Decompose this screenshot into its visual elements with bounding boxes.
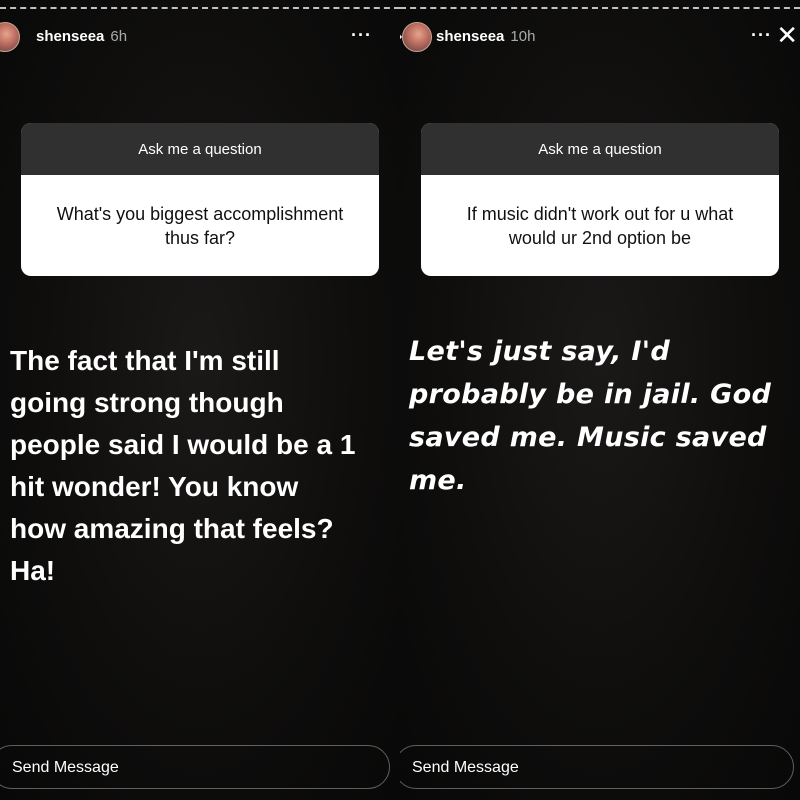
question-sticker: Ask me a question If music didn't work o…	[421, 123, 779, 276]
question-sticker-header: Ask me a question	[421, 123, 779, 175]
question-sticker: Ask me a question What's you biggest acc…	[21, 123, 379, 276]
more-icon[interactable]: ···	[751, 25, 772, 46]
story-panel-right[interactable]: › shenseea 10h ··· ✕ Ask me a question If…	[400, 0, 800, 800]
close-icon[interactable]: ✕	[776, 22, 798, 50]
send-message-input[interactable]: Send Message	[400, 745, 794, 789]
stories-viewer: shenseea 6h ··· Ask me a question What's …	[0, 0, 800, 800]
avatar[interactable]	[0, 22, 20, 52]
question-text: If music didn't work out for u what woul…	[466, 203, 734, 248]
send-message-placeholder: Send Message	[12, 759, 119, 776]
story-header: › shenseea 10h ··· ✕	[400, 22, 800, 52]
answer-text: Let's just say, I'd probably be in jail.…	[409, 336, 772, 496]
story-header: shenseea 6h ···	[0, 22, 400, 52]
question-sticker-header: Ask me a question	[21, 123, 379, 175]
question-text: What's you biggest accomplishment thus f…	[56, 203, 344, 248]
story-progress-bar	[400, 7, 800, 9]
story-timestamp: 6h	[110, 28, 128, 45]
username[interactable]: shenseea	[436, 28, 504, 45]
send-message-input[interactable]: Send Message	[0, 745, 390, 789]
story-timestamp: 10h	[510, 28, 536, 45]
answer-text: The fact that I'm still going strong tho…	[10, 345, 356, 586]
username[interactable]: shenseea	[36, 28, 104, 45]
story-username-row[interactable]: shenseea 6h	[36, 28, 127, 45]
story-progress-bar	[0, 7, 400, 9]
chevron-right-icon[interactable]: ›	[400, 24, 404, 48]
story-panel-left[interactable]: shenseea 6h ··· Ask me a question What's …	[0, 0, 400, 800]
story-username-row[interactable]: shenseea 10h	[436, 28, 535, 45]
avatar[interactable]	[402, 22, 432, 52]
more-icon[interactable]: ···	[351, 25, 372, 46]
send-message-placeholder: Send Message	[412, 759, 519, 776]
